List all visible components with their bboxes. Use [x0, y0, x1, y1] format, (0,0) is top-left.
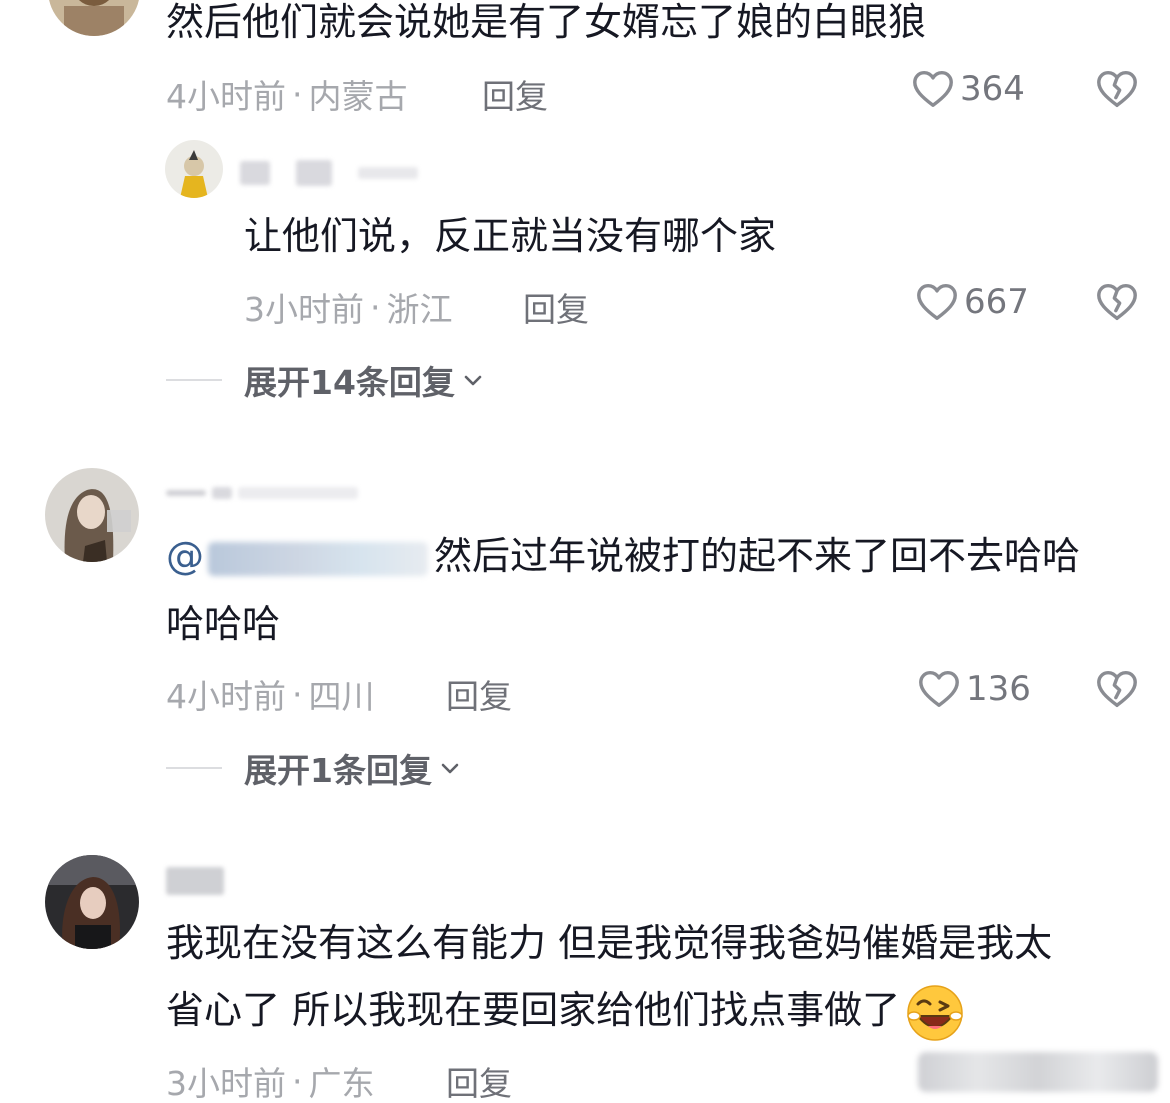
like-count: 136 [966, 669, 1031, 709]
blurred-mention-name [208, 541, 428, 576]
comment-time: 3小时前 [244, 290, 364, 329]
avatar[interactable] [48, 0, 140, 36]
comment-meta: 4小时前 · 四川 [166, 670, 375, 718]
comment-text-line2: 省心了 所以我现在要回家给他们找点事做了 [166, 988, 901, 1032]
reply-button[interactable]: 回复 [482, 70, 548, 118]
comment-time: 4小时前 [166, 77, 286, 116]
blurred-name [358, 167, 418, 179]
blurred-name [238, 487, 358, 499]
expand-replies-button[interactable]: 展开14条回复 [166, 356, 485, 404]
blurred-name [166, 867, 224, 895]
like-count: 667 [964, 282, 1029, 322]
username-blurred[interactable] [166, 478, 358, 508]
comment-text: 然后他们就会说她是有了女婿忘了娘的白眼狼 [166, 0, 927, 44]
heart-outline-icon [917, 283, 957, 321]
comment-location: 内蒙古 [308, 77, 408, 116]
broken-heart-icon [1097, 283, 1137, 321]
mention-link[interactable]: @ [166, 534, 434, 578]
comment-location: 广东 [308, 1064, 375, 1103]
blurred-name [212, 487, 232, 499]
divider-line [166, 767, 222, 769]
blurred-name [296, 160, 332, 186]
expand-replies-label: 展开1条回复 [244, 751, 432, 790]
like-button[interactable]: 667 [914, 279, 1029, 325]
avatar-image [45, 855, 139, 949]
heart-outline-icon [913, 70, 953, 108]
reply-button[interactable]: 回复 [446, 670, 512, 718]
chevron-down-icon [461, 368, 485, 392]
comment-text-line1: 我现在没有这么有能力 但是我觉得我爸妈催婚是我太 [166, 921, 1053, 965]
broken-heart-icon [1097, 670, 1137, 708]
expand-replies-label: 展开14条回复 [244, 363, 455, 402]
comment-text-line2: 哈哈哈 [166, 602, 281, 646]
comment-location: 四川 [308, 677, 375, 716]
reply-button[interactable]: 回复 [446, 1057, 512, 1103]
comment-meta: 4小时前 · 内蒙古 [166, 70, 408, 118]
comment-text: 让他们说，反正就当没有哪个家 [244, 214, 777, 258]
like-count: 364 [960, 69, 1025, 109]
avatar[interactable] [45, 855, 139, 949]
comment-text-line1: 然后过年说被打的起不来了回不去哈哈 [434, 534, 1081, 578]
divider-line [166, 379, 222, 381]
like-button[interactable]: 364 [910, 66, 1025, 112]
comment-meta: 3小时前 · 浙江 [244, 283, 453, 331]
comment-text: @ 然后过年说被打的起不来了回不去哈哈 [166, 522, 1080, 590]
avatar[interactable] [45, 468, 139, 562]
username-blurred[interactable] [166, 866, 224, 896]
comment-text: 省心了 所以我现在要回家给他们找点事做了 [166, 976, 966, 1044]
avatar-image [165, 140, 223, 198]
comment-time: 4小时前 [166, 677, 286, 716]
username-blurred[interactable] [240, 158, 418, 188]
dislike-button[interactable] [1094, 66, 1140, 112]
meta-separator: · [292, 74, 303, 114]
heart-outline-icon [919, 670, 959, 708]
avatar[interactable] [165, 140, 223, 198]
blurred-action-icons [918, 1052, 1158, 1092]
broken-heart-icon [1097, 70, 1137, 108]
avatar-image [45, 468, 139, 562]
chevron-down-icon [438, 756, 462, 780]
blurred-name [166, 490, 206, 496]
dislike-button[interactable] [1094, 279, 1140, 325]
wink-laugh-emoji [904, 982, 966, 1044]
comment-meta: 3小时前 · 广东 [166, 1057, 375, 1103]
expand-replies-button[interactable]: 展开1条回复 [166, 744, 462, 792]
blurred-name [240, 161, 270, 185]
reply-button[interactable]: 回复 [523, 283, 589, 331]
avatar-image [48, 0, 140, 36]
comment-time: 3小时前 [166, 1064, 286, 1103]
meta-separator: · [292, 1061, 303, 1101]
dislike-button[interactable] [1094, 666, 1140, 712]
comment-location: 浙江 [386, 290, 453, 329]
meta-separator: · [370, 287, 381, 327]
meta-separator: · [292, 674, 303, 714]
mention-at-sign: @ [166, 534, 204, 578]
like-button[interactable]: 136 [916, 666, 1031, 712]
